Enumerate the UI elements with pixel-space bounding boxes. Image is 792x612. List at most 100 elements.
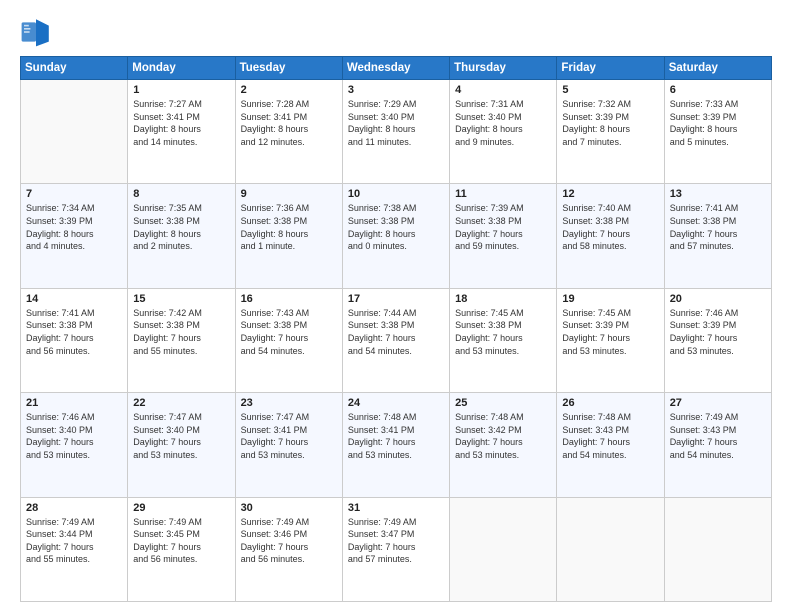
cell-info: Sunrise: 7:47 AM Sunset: 3:40 PM Dayligh… — [133, 411, 229, 461]
calendar-cell: 7Sunrise: 7:34 AM Sunset: 3:39 PM Daylig… — [21, 184, 128, 288]
cell-info: Sunrise: 7:44 AM Sunset: 3:38 PM Dayligh… — [348, 307, 444, 357]
calendar-cell: 3 Sunrise: 7:29 AM Sunset: 3:40 PM Daylig… — [342, 80, 449, 184]
day-number: 30 — [241, 502, 337, 514]
calendar-cell: 9 Sunrise: 7:36 AM Sunset: 3:38 PM Daylig… — [235, 184, 342, 288]
cell-info: Sunrise: 7:45 AM Sunset: 3:38 PM Dayligh… — [455, 307, 551, 357]
calendar-cell: 12 Sunrise: 7:40 AM Sunset: 3:38 PM Dayli… — [557, 184, 664, 288]
calendar-cell: 17 Sunrise: 7:44 AM Sunset: 3:38 PM Dayli… — [342, 288, 449, 392]
calendar-cell: 4 Sunrise: 7:31 AM Sunset: 3:40 PM Daylig… — [450, 80, 557, 184]
calendar-table: SundayMondayTuesdayWednesdayThursdayFrid… — [20, 56, 772, 602]
calendar-cell: 23 Sunrise: 7:47 AM Sunset: 3:41 PM Dayli… — [235, 393, 342, 497]
calendar-cell: 19 Sunrise: 7:45 AM Sunset: 3:39 PM Dayli… — [557, 288, 664, 392]
calendar-cell: 22 Sunrise: 7:47 AM Sunset: 3:40 PM Dayli… — [128, 393, 235, 497]
calendar-cell — [557, 497, 664, 601]
calendar-cell: 10 Sunrise: 7:38 AM Sunset: 3:38 PM Dayli… — [342, 184, 449, 288]
calendar-cell: 15Sunrise: 7:42 AM Sunset: 3:38 PM Dayli… — [128, 288, 235, 392]
weekday-header: Tuesday — [235, 57, 342, 80]
calendar-cell — [450, 497, 557, 601]
weekday-header: Sunday — [21, 57, 128, 80]
cell-info: Sunrise: 7:33 AM Sunset: 3:39 PM Dayligh… — [670, 98, 766, 148]
day-number: 28 — [26, 502, 122, 514]
calendar-cell: 21 Sunrise: 7:46 AM Sunset: 3:40 PM Dayli… — [21, 393, 128, 497]
calendar-cell — [664, 497, 771, 601]
day-number: 2 — [241, 84, 337, 96]
cell-info: Sunrise: 7:48 AM Sunset: 3:42 PM Dayligh… — [455, 411, 551, 461]
calendar-week-row: 7Sunrise: 7:34 AM Sunset: 3:39 PM Daylig… — [21, 184, 772, 288]
day-number: 19 — [562, 293, 658, 305]
calendar-cell: 6Sunrise: 7:33 AM Sunset: 3:39 PM Daylig… — [664, 80, 771, 184]
day-number: 29 — [133, 502, 229, 514]
day-number: 14 — [26, 293, 122, 305]
day-number: 9 — [241, 188, 337, 200]
cell-info: Sunrise: 7:45 AM Sunset: 3:39 PM Dayligh… — [562, 307, 658, 357]
calendar-cell: 5 Sunrise: 7:32 AM Sunset: 3:39 PM Daylig… — [557, 80, 664, 184]
day-number: 17 — [348, 293, 444, 305]
calendar-week-row: 21 Sunrise: 7:46 AM Sunset: 3:40 PM Dayli… — [21, 393, 772, 497]
cell-info: Sunrise: 7:32 AM Sunset: 3:39 PM Dayligh… — [562, 98, 658, 148]
calendar-cell: 16Sunrise: 7:43 AM Sunset: 3:38 PM Dayli… — [235, 288, 342, 392]
day-number: 21 — [26, 397, 122, 409]
day-number: 3 — [348, 84, 444, 96]
cell-info: Sunrise: 7:47 AM Sunset: 3:41 PM Dayligh… — [241, 411, 337, 461]
calendar-cell: 18 Sunrise: 7:45 AM Sunset: 3:38 PM Dayli… — [450, 288, 557, 392]
day-number: 11 — [455, 188, 551, 200]
day-number: 10 — [348, 188, 444, 200]
calendar-cell: 1Sunrise: 7:27 AM Sunset: 3:41 PM Daylig… — [128, 80, 235, 184]
cell-info: Sunrise: 7:35 AM Sunset: 3:38 PM Dayligh… — [133, 202, 229, 252]
weekday-header: Saturday — [664, 57, 771, 80]
calendar-cell: 8Sunrise: 7:35 AM Sunset: 3:38 PM Daylig… — [128, 184, 235, 288]
calendar-cell: 11 Sunrise: 7:39 AM Sunset: 3:38 PM Dayli… — [450, 184, 557, 288]
calendar-cell: 14 Sunrise: 7:41 AM Sunset: 3:38 PM Dayli… — [21, 288, 128, 392]
cell-info: Sunrise: 7:49 AM Sunset: 3:45 PM Dayligh… — [133, 516, 229, 566]
calendar-cell: 31 Sunrise: 7:49 AM Sunset: 3:47 PM Dayli… — [342, 497, 449, 601]
cell-info: Sunrise: 7:36 AM Sunset: 3:38 PM Dayligh… — [241, 202, 337, 252]
calendar-cell: 27Sunrise: 7:49 AM Sunset: 3:43 PM Dayli… — [664, 393, 771, 497]
day-number: 31 — [348, 502, 444, 514]
day-number: 4 — [455, 84, 551, 96]
day-number: 22 — [133, 397, 229, 409]
day-number: 5 — [562, 84, 658, 96]
weekday-header: Wednesday — [342, 57, 449, 80]
day-number: 7 — [26, 188, 122, 200]
day-number: 23 — [241, 397, 337, 409]
cell-info: Sunrise: 7:46 AM Sunset: 3:40 PM Dayligh… — [26, 411, 122, 461]
cell-info: Sunrise: 7:31 AM Sunset: 3:40 PM Dayligh… — [455, 98, 551, 148]
page: SundayMondayTuesdayWednesdayThursdayFrid… — [0, 0, 792, 612]
cell-info: Sunrise: 7:29 AM Sunset: 3:40 PM Dayligh… — [348, 98, 444, 148]
day-number: 18 — [455, 293, 551, 305]
calendar-week-row: 28 Sunrise: 7:49 AM Sunset: 3:44 PM Dayli… — [21, 497, 772, 601]
calendar-cell: 29 Sunrise: 7:49 AM Sunset: 3:45 PM Dayli… — [128, 497, 235, 601]
logo — [20, 16, 56, 48]
cell-info: Sunrise: 7:49 AM Sunset: 3:46 PM Dayligh… — [241, 516, 337, 566]
day-number: 15 — [133, 293, 229, 305]
day-number: 13 — [670, 188, 766, 200]
header — [20, 16, 772, 48]
calendar-cell: 20 Sunrise: 7:46 AM Sunset: 3:39 PM Dayli… — [664, 288, 771, 392]
logo-icon — [20, 16, 52, 48]
cell-info: Sunrise: 7:49 AM Sunset: 3:47 PM Dayligh… — [348, 516, 444, 566]
cell-info: Sunrise: 7:49 AM Sunset: 3:44 PM Dayligh… — [26, 516, 122, 566]
cell-info: Sunrise: 7:49 AM Sunset: 3:43 PM Dayligh… — [670, 411, 766, 461]
day-number: 25 — [455, 397, 551, 409]
calendar-week-row: 14 Sunrise: 7:41 AM Sunset: 3:38 PM Dayli… — [21, 288, 772, 392]
cell-info: Sunrise: 7:27 AM Sunset: 3:41 PM Dayligh… — [133, 98, 229, 148]
day-number: 24 — [348, 397, 444, 409]
cell-info: Sunrise: 7:40 AM Sunset: 3:38 PM Dayligh… — [562, 202, 658, 252]
weekday-header: Friday — [557, 57, 664, 80]
calendar-cell: 28 Sunrise: 7:49 AM Sunset: 3:44 PM Dayli… — [21, 497, 128, 601]
cell-info: Sunrise: 7:48 AM Sunset: 3:41 PM Dayligh… — [348, 411, 444, 461]
weekday-header: Thursday — [450, 57, 557, 80]
cell-info: Sunrise: 7:41 AM Sunset: 3:38 PM Dayligh… — [26, 307, 122, 357]
cell-info: Sunrise: 7:48 AM Sunset: 3:43 PM Dayligh… — [562, 411, 658, 461]
calendar-header-row: SundayMondayTuesdayWednesdayThursdayFrid… — [21, 57, 772, 80]
calendar-cell: 25 Sunrise: 7:48 AM Sunset: 3:42 PM Dayli… — [450, 393, 557, 497]
calendar-cell: 24 Sunrise: 7:48 AM Sunset: 3:41 PM Dayli… — [342, 393, 449, 497]
day-number: 16 — [241, 293, 337, 305]
cell-info: Sunrise: 7:46 AM Sunset: 3:39 PM Dayligh… — [670, 307, 766, 357]
day-number: 12 — [562, 188, 658, 200]
day-number: 20 — [670, 293, 766, 305]
cell-info: Sunrise: 7:39 AM Sunset: 3:38 PM Dayligh… — [455, 202, 551, 252]
calendar-week-row: 1Sunrise: 7:27 AM Sunset: 3:41 PM Daylig… — [21, 80, 772, 184]
cell-info: Sunrise: 7:38 AM Sunset: 3:38 PM Dayligh… — [348, 202, 444, 252]
calendar-cell — [21, 80, 128, 184]
